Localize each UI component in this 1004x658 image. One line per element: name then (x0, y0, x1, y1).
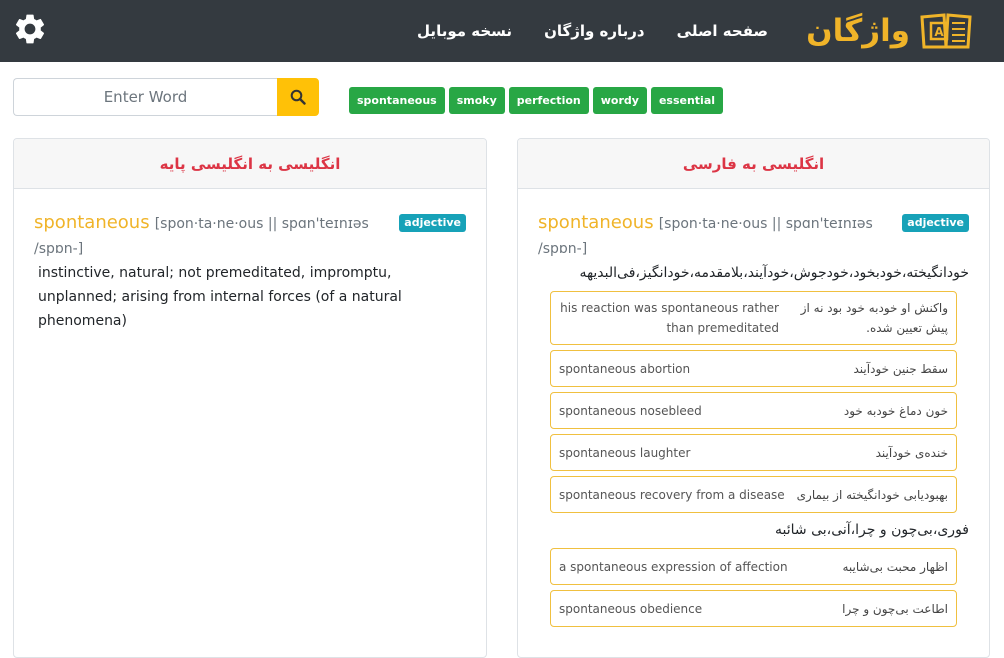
headword: spontaneous (538, 212, 654, 233)
example-item: a spontaneous expression of affection اظ… (550, 548, 957, 585)
definition: instinctive, natural; not premeditated, … (38, 265, 402, 329)
pos-badge: adjective (902, 214, 969, 232)
pos-badge: adjective (399, 214, 466, 232)
example-english: spontaneous nosebleed (559, 403, 702, 418)
example-persian: بهبودیابی خودانگیخته از بیماری (796, 487, 948, 502)
example-english: a spontaneous expression of affection (559, 559, 788, 574)
example-english: spontaneous abortion (559, 361, 691, 376)
example-item: spontaneous abortion سقط جنین خودآیند (550, 350, 957, 387)
card-title: انگلیسی به انگلیسی پایه (14, 139, 486, 189)
book-logo-icon: A (920, 13, 972, 49)
card-title: انگلیسی به فارسی (518, 139, 989, 189)
example-persian: اطاعت بی‌چون و چرا (842, 601, 948, 616)
headword: spontaneous (34, 212, 150, 233)
persian-meaning: خودانگیخته،خودبخود،خودجوش،خودآیند،بلامقد… (579, 265, 969, 281)
word-line: spontaneous [spon·ta·ne·ous || spɑn'teɪn… (34, 211, 466, 261)
example-list: his reaction was spontaneous rather than… (538, 291, 969, 513)
nav-link-about[interactable]: درباره واژگان (544, 22, 645, 40)
entry: spontaneous [spon·ta·ne·ous || spɑn'teɪn… (14, 189, 486, 333)
nav-link-home[interactable]: صفحه اصلی (677, 22, 768, 40)
word-line: spontaneous [spon·ta·ne·ous || spɑn'teɪn… (538, 211, 969, 261)
example-persian: خون دماغ خودبه خود (843, 403, 948, 418)
brand[interactable]: واژگان A (806, 8, 974, 54)
entry: spontaneous [spon·ta·ne·ous || spɑn'teɪn… (518, 189, 989, 627)
nav-link-mobile[interactable]: نسخه موبایل (417, 22, 512, 40)
gear-icon[interactable] (12, 11, 48, 47)
svg-text:A: A (934, 25, 944, 39)
tag-word[interactable]: essential (650, 87, 724, 114)
search-button[interactable] (277, 78, 319, 116)
navbar: صفحه اصلی درباره واژگان نسخه موبایل واژگ… (0, 0, 1004, 62)
search-icon (290, 89, 306, 105)
example-english: his reaction was spontaneous rather than… (560, 301, 779, 335)
example-item: his reaction was spontaneous rather than… (550, 291, 957, 345)
example-persian: خنده‌ی خودآیند (875, 445, 948, 460)
tag-word[interactable]: perfection (508, 87, 589, 114)
example-persian: اظهار محبت بی‌شایبه (842, 559, 948, 574)
recent-words: spontaneous smoky perfection wordy essen… (349, 87, 724, 114)
search-input[interactable] (13, 78, 277, 116)
tag-word[interactable]: wordy (592, 87, 647, 114)
example-item: spontaneous obedience اطاعت بی‌چون و چرا (550, 590, 957, 627)
example-persian: واکنش او خودبه خود بود نه از پیش تعیین ش… (800, 301, 948, 335)
nav-links: صفحه اصلی درباره واژگان نسخه موبایل (417, 0, 768, 62)
persian-meaning: فوری،بی‌چون و چرا،آنی،بی شائبه (775, 522, 969, 538)
tag-word[interactable]: smoky (448, 87, 505, 114)
tag-word[interactable]: spontaneous (349, 87, 445, 114)
brand-name: واژگان (806, 12, 910, 49)
english-persian-card: انگلیسی به فارسی spontaneous [spon·ta·ne… (517, 138, 990, 658)
example-english: spontaneous recovery from a disease (559, 487, 785, 502)
english-english-card: انگلیسی به انگلیسی پایه spontaneous [spo… (13, 138, 487, 658)
example-list: a spontaneous expression of affection اظ… (538, 548, 969, 627)
example-english: spontaneous obedience (559, 601, 703, 616)
example-persian: سقط جنین خودآیند (853, 361, 949, 376)
example-item: spontaneous laughter خنده‌ی خودآیند (550, 434, 957, 471)
example-english: spontaneous laughter (559, 445, 691, 460)
example-item: spontaneous recovery from a disease بهبو… (550, 476, 957, 513)
example-item: spontaneous nosebleed خون دماغ خودبه خود (550, 392, 957, 429)
search-bar (13, 78, 319, 116)
